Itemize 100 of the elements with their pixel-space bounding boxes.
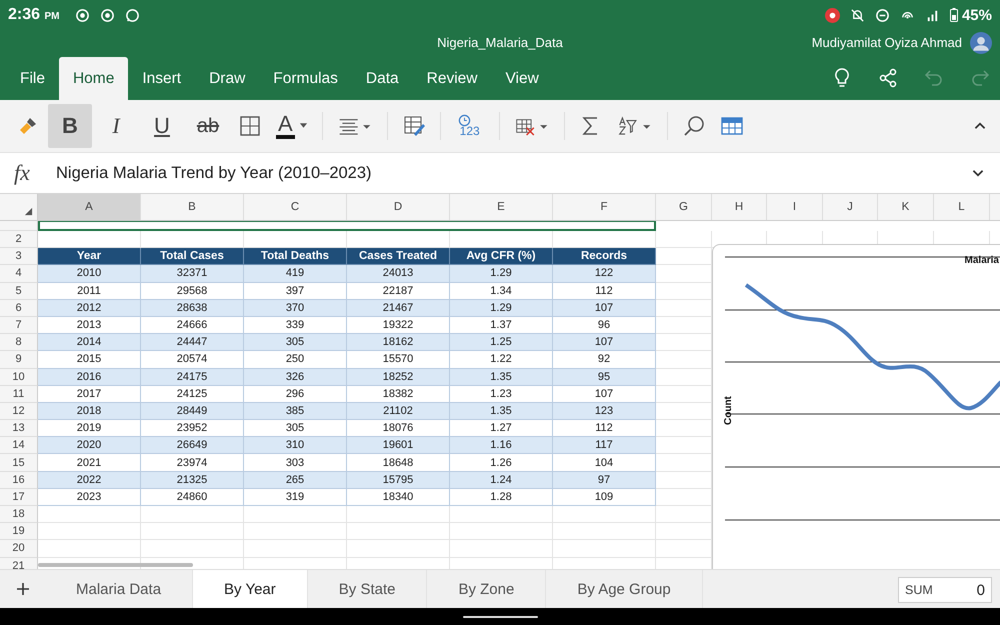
- sort-filter-icon[interactable]: [616, 115, 653, 137]
- format-button[interactable]: U: [140, 104, 184, 148]
- table-cell: 97: [553, 472, 656, 489]
- column-header[interactable]: K: [878, 194, 934, 220]
- sum-box[interactable]: SUM 0: [898, 577, 992, 603]
- table-cell: 1.25: [450, 334, 553, 352]
- caret-icon: [298, 123, 308, 129]
- column-header[interactable]: L: [934, 194, 990, 220]
- add-sheet-icon[interactable]: [16, 582, 30, 596]
- column-header[interactable]: H: [712, 194, 767, 220]
- row-number: 10: [0, 368, 38, 386]
- empty-cell: [656, 231, 712, 248]
- borders-icon[interactable]: [238, 114, 262, 138]
- do-not-disturb-icon: [874, 8, 890, 22]
- column-header[interactable]: A: [38, 194, 141, 220]
- format-button[interactable]: B: [48, 104, 92, 148]
- format-button[interactable]: I: [94, 104, 138, 148]
- table-cell: 2023: [38, 488, 141, 506]
- table-brush-icon[interactable]: [402, 114, 426, 138]
- table-cell: 2010: [38, 265, 141, 283]
- table-cell: 370: [244, 300, 347, 317]
- battery-percentage: 45%: [962, 6, 992, 24]
- sum-value: 0: [976, 582, 985, 598]
- row-number: 4: [0, 265, 38, 283]
- ribbon-tab[interactable]: Review: [412, 57, 492, 100]
- ribbon-tab[interactable]: Home: [58, 57, 128, 100]
- row-number: 9: [0, 351, 38, 368]
- column-header[interactable]: G: [656, 194, 712, 220]
- column-header[interactable]: J: [823, 194, 878, 220]
- table-cell: 1.24: [450, 472, 553, 489]
- table-cell: 319: [244, 488, 347, 506]
- battery-icon: [950, 8, 958, 22]
- table-header: Total Cases: [141, 248, 244, 266]
- table-cell: 107: [553, 334, 656, 352]
- table-header: Year: [38, 248, 141, 266]
- ribbon-tab[interactable]: View: [491, 57, 553, 100]
- clock-icon: [458, 114, 472, 127]
- table-cell: 21467: [347, 300, 450, 317]
- chart-title: Malaria: [964, 255, 999, 266]
- sum-label: SUM: [905, 583, 933, 597]
- function-label: fx: [14, 160, 31, 186]
- table-cell: 117: [553, 437, 656, 454]
- row-number: 14: [0, 437, 38, 454]
- table-cell: 24175: [141, 368, 244, 386]
- avatar-icon[interactable]: [970, 32, 992, 54]
- table-cell: 19601: [347, 437, 450, 454]
- chat-icon: [125, 8, 140, 22]
- table-cell: 18340: [347, 488, 450, 506]
- search-icon[interactable]: [682, 114, 706, 138]
- table-cell: 109: [553, 488, 656, 506]
- column-header[interactable]: I: [767, 194, 823, 220]
- table-cell: 385: [244, 402, 347, 420]
- row-number: 20: [0, 540, 38, 558]
- ribbon-tab[interactable]: Data: [352, 57, 413, 100]
- format-button[interactable]: ab: [186, 104, 230, 148]
- column-header[interactable]: D: [347, 194, 450, 220]
- table-header: Total Deaths: [244, 248, 347, 266]
- table-cell: 107: [553, 300, 656, 317]
- column-header[interactable]: C: [244, 194, 347, 220]
- row-number: 12: [0, 402, 38, 420]
- table-cell: 122: [553, 265, 656, 283]
- ribbon-tab[interactable]: Draw: [195, 57, 260, 100]
- ribbon-tab[interactable]: Formulas: [259, 57, 352, 100]
- table-cell: 28638: [141, 300, 244, 317]
- number-format-button[interactable]: 123: [454, 114, 485, 138]
- table-cell: 2014: [38, 334, 141, 352]
- table-cell: 1.16: [450, 437, 553, 454]
- table-header: Records: [553, 248, 656, 266]
- column-header[interactable]: B: [141, 194, 244, 220]
- sheet-tab[interactable]: By Year: [193, 570, 308, 608]
- font-color-button[interactable]: A: [276, 113, 308, 139]
- row-number: 21: [0, 558, 38, 569]
- row-number: 6: [0, 300, 38, 317]
- table-cell: 419: [244, 265, 347, 283]
- axis-title: Count: [723, 396, 734, 425]
- user-name: Mudiyamilat Oyiza Ahmad: [812, 35, 962, 50]
- mute-icon: [850, 8, 865, 22]
- table-cell: 2012: [38, 300, 141, 317]
- table-cell: 2022: [38, 472, 141, 489]
- table-cell: 15795: [347, 472, 450, 489]
- table-cell: 32371: [141, 265, 244, 283]
- ribbon-tab[interactable]: File: [6, 57, 59, 100]
- row-number: 11: [0, 386, 38, 403]
- scrollbar[interactable]: [38, 563, 193, 567]
- table-cell: 2020: [38, 437, 141, 454]
- row-number: 7: [0, 316, 38, 334]
- table-cell: 95: [553, 368, 656, 386]
- table-cell: 2016: [38, 368, 141, 386]
- row-number: 3: [0, 248, 38, 266]
- column-header[interactable]: E: [450, 194, 553, 220]
- table-cell: 1.29: [450, 300, 553, 317]
- table-cell: 265: [244, 472, 347, 489]
- column-header[interactable]: F: [553, 194, 656, 220]
- ribbon-tab[interactable]: Insert: [128, 57, 196, 100]
- formula-field[interactable]: Nigeria Malaria Trend by Year (2010–2023): [56, 164, 952, 182]
- table-cell: 24447: [141, 334, 244, 352]
- table-cell: 28449: [141, 402, 244, 420]
- home-handle[interactable]: [462, 616, 538, 618]
- clock-time: 2:36 PM: [8, 6, 60, 24]
- row-number: 5: [0, 282, 38, 300]
